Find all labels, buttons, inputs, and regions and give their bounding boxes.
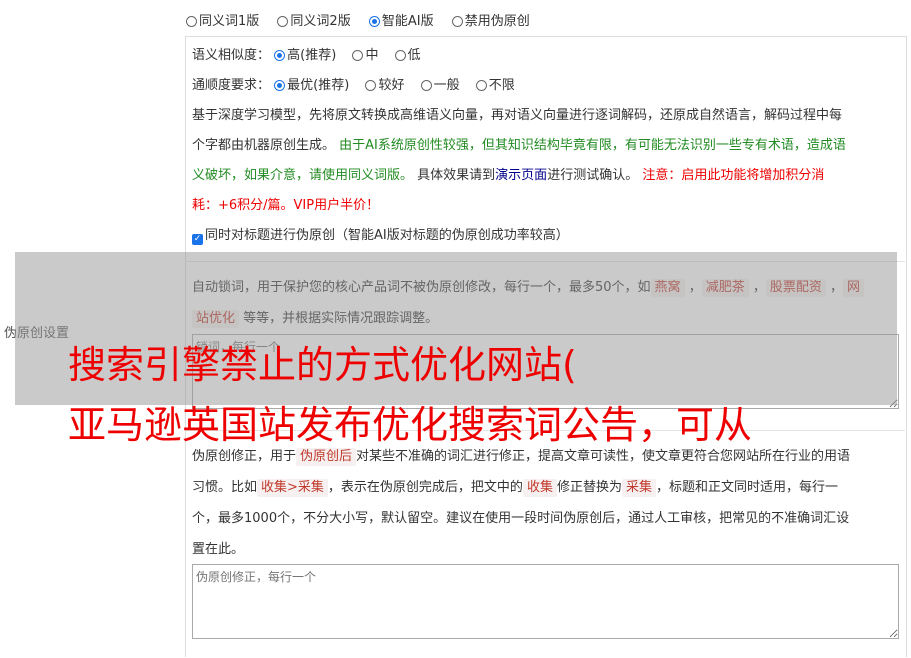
tag: 收集>采集 <box>257 479 328 497</box>
correction-description: 伪原创修正，用于 伪原创后 对某些不准确的词汇进行修正，提高文章可读性，使文章更符合… <box>192 448 851 557</box>
radio-icon[interactable] <box>420 80 432 91</box>
title-checkbox-row[interactable]: ✓ 同时对标题进行伪原创（智能AI版对标题的伪原创成功率较高） <box>192 221 569 251</box>
similarity-label: 语义相似度： <box>192 48 271 63</box>
overlay-headline-1: 搜索引擎禁止的方式优化网站( <box>68 343 577 387</box>
checkbox-checked-icon[interactable]: ✓ <box>192 234 203 245</box>
radio-icon[interactable] <box>475 80 487 91</box>
tag: 采集 <box>621 479 656 497</box>
radio-icon[interactable] <box>365 80 377 91</box>
fluency-good[interactable]: 较好 <box>365 71 404 101</box>
fluency-row: 通顺度要求： 最优(推荐) 较好 一般 不限 <box>192 71 529 101</box>
fluency-best[interactable]: 最优(推荐) <box>274 71 349 101</box>
radio-icon[interactable] <box>352 50 364 61</box>
radio-icon[interactable] <box>186 16 197 27</box>
radio-icon[interactable] <box>277 16 289 27</box>
radio-checked-icon[interactable] <box>274 80 286 91</box>
radio-icon[interactable] <box>451 16 463 27</box>
fluency-normal[interactable]: 一般 <box>420 71 460 101</box>
mode-option-ai[interactable]: 智能AI版 <box>368 10 434 29</box>
tag: 收集 <box>522 479 557 497</box>
demo-page-link[interactable]: 演示页面 <box>495 168 547 183</box>
similarity-medium[interactable]: 中 <box>352 41 378 71</box>
tag: 伪原创后 <box>296 448 357 466</box>
overlay-headline-2: 亚马逊英国站发布优化搜索词公告，可从 <box>68 403 753 447</box>
similarity-high[interactable]: 高(推荐) <box>274 41 336 71</box>
radio-checked-icon[interactable] <box>368 16 380 27</box>
fluency-label: 通顺度要求： <box>192 78 271 93</box>
radio-checked-icon[interactable] <box>274 50 286 61</box>
mode-options: 同义词1版 同义词2版 智能AI版 禁用伪原创 <box>186 10 544 29</box>
similarity-row: 语义相似度： 高(推荐) 中 低 <box>192 41 435 71</box>
fluency-unlimited[interactable]: 不限 <box>475 71 515 101</box>
mode-option-synonym2[interactable]: 同义词2版 <box>277 10 351 29</box>
mode-option-synonym1[interactable]: 同义词1版 <box>186 10 259 29</box>
radio-icon[interactable] <box>394 50 406 61</box>
ai-description: 基于深度学习模型，先将原文转换成高维语义向量，再对语义向量进行逐词解码，还原成自… <box>192 108 846 213</box>
mode-option-disable[interactable]: 禁用伪原创 <box>451 10 530 29</box>
correction-textarea[interactable] <box>192 564 899 639</box>
similarity-low[interactable]: 低 <box>394 41 421 71</box>
